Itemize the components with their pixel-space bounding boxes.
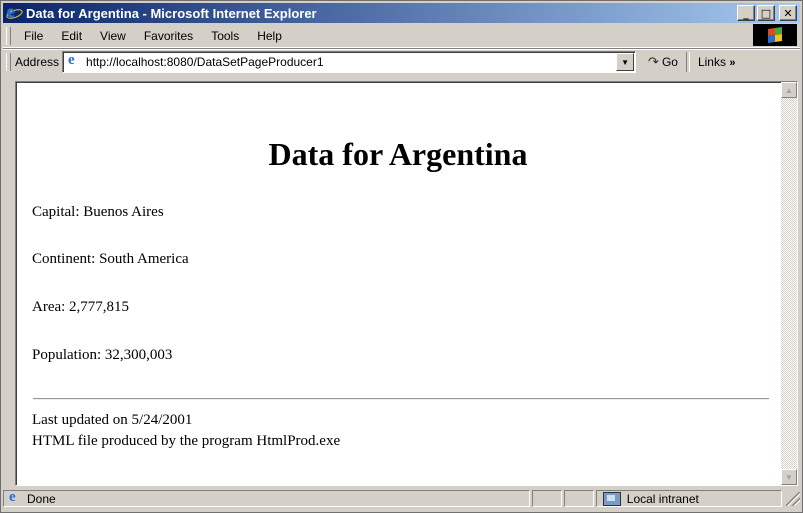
toolbar-grip[interactable] (6, 26, 11, 45)
status-bar: e Done Local intranet (3, 488, 800, 509)
links-label: Links (697, 55, 726, 69)
vertical-scrollbar[interactable]: ▲ ▼ (781, 82, 797, 485)
windows-logo-icon (753, 24, 797, 46)
arrow-up-icon: ▲ (785, 85, 793, 95)
status-progress-pane (532, 490, 563, 507)
window-title: Data for Argentina - Microsoft Internet … (26, 5, 317, 21)
links-button[interactable]: Links » (692, 55, 737, 69)
address-input[interactable]: e http://localhost:8080/DataSetPageProdu… (62, 51, 637, 73)
menu-view[interactable]: View (91, 29, 135, 43)
arrow-down-icon: ▼ (785, 472, 793, 482)
menu-help[interactable]: Help (248, 29, 291, 43)
area-text: Area: 2,777,815 (32, 299, 130, 315)
scroll-up-button[interactable]: ▲ (781, 82, 797, 98)
scroll-down-button[interactable]: ▼ (781, 469, 797, 485)
browser-window: e Data for Argentina - Microsoft Interne… (0, 0, 803, 513)
ie-logo-icon: e (5, 2, 24, 21)
population-text: Population: 32,300,003 (32, 347, 173, 363)
status-security-pane (564, 490, 594, 507)
chevron-right-icon: » (729, 57, 736, 69)
address-label: Address (15, 55, 60, 69)
go-label: Go (661, 55, 678, 69)
status-main-pane: e Done (3, 488, 531, 507)
menu-favorites[interactable]: Favorites (135, 29, 202, 43)
address-toolbar: Address e http://localhost:8080/DataSetP… (3, 48, 800, 75)
page-icon: e (68, 52, 75, 68)
minimize-button[interactable]: _ (737, 5, 755, 21)
continent-text: Continent: South America (32, 251, 189, 267)
page-icon: e (9, 488, 16, 505)
page-title: Data for Argentina (268, 136, 528, 172)
menu-edit[interactable]: Edit (52, 29, 91, 43)
horizontal-rule (33, 398, 769, 400)
go-arrow-icon: ↷ (648, 54, 659, 69)
address-dropdown-button[interactable]: ▼ (616, 53, 635, 71)
maximize-button[interactable]: □ (757, 5, 775, 21)
chevron-down-icon: ▼ (621, 57, 629, 67)
resize-grip[interactable] (786, 491, 800, 506)
close-button[interactable]: ✕ (779, 5, 797, 21)
menu-tools[interactable]: Tools (202, 29, 248, 43)
page-content: Data for Argentina Capital: Buenos Aires… (18, 84, 778, 483)
menu-bar: File Edit View Favorites Tools Help (3, 24, 800, 48)
go-button[interactable]: ↷ Go (642, 54, 684, 70)
local-intranet-icon (602, 491, 621, 506)
address-url[interactable]: http://localhost:8080/DataSetPageProduce… (86, 55, 324, 69)
title-bar[interactable]: e Data for Argentina - Microsoft Interne… (3, 2, 800, 23)
toolbar-separator (685, 52, 690, 72)
produced-by-text: HTML file produced by the program HtmlPr… (32, 433, 341, 449)
zone-text: Local intranet (626, 491, 699, 506)
status-text: Done (27, 491, 56, 506)
menu-file[interactable]: File (15, 29, 52, 43)
capital-text: Capital: Buenos Aires (32, 204, 164, 220)
status-zone-pane: Local intranet (595, 490, 783, 507)
toolbar-grip[interactable] (6, 53, 11, 71)
last-updated-text: Last updated on 5/24/2001 (32, 412, 193, 428)
page-viewport: Data for Argentina Capital: Buenos Aires… (15, 81, 798, 486)
